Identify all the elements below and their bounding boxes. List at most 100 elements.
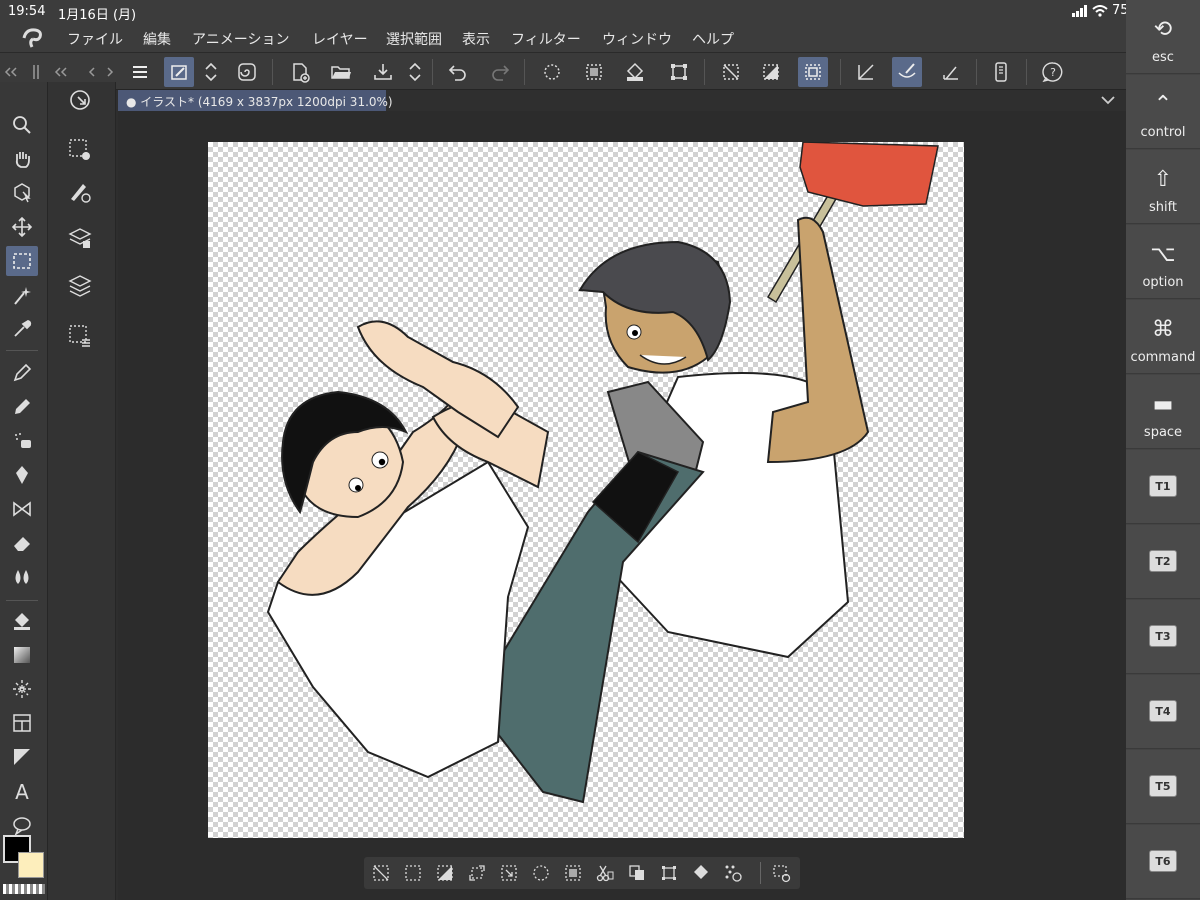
key-command[interactable]: ⌘ command — [1126, 300, 1200, 374]
magic-wand-icon[interactable] — [6, 280, 38, 310]
key-esc[interactable]: ⟲ esc — [1126, 0, 1200, 74]
copy-paste-icon[interactable] — [624, 861, 650, 885]
selection-settings-icon[interactable] — [768, 861, 794, 885]
transform-bb-icon[interactable] — [656, 861, 682, 885]
zoom-icon[interactable] — [6, 110, 38, 140]
ruler-edit-icon[interactable] — [936, 57, 966, 87]
key-t1[interactable]: T1 — [1126, 450, 1200, 524]
menu-animation[interactable]: アニメーション — [192, 29, 289, 49]
brush-icon[interactable] — [892, 57, 922, 87]
clear-selection-icon[interactable] — [368, 861, 394, 885]
menu-filter[interactable]: フィルター — [511, 29, 581, 49]
transparent-color-swatch[interactable] — [3, 884, 45, 894]
key-option[interactable]: ⌥ option — [1126, 225, 1200, 299]
spiral-icon[interactable] — [232, 57, 262, 87]
move-icon[interactable] — [6, 212, 38, 242]
sub-color-swatch[interactable] — [18, 852, 44, 878]
menu-icon[interactable] — [125, 57, 155, 87]
edit-icon[interactable] — [164, 57, 194, 87]
drawing-canvas[interactable] — [208, 141, 964, 838]
tone-icon[interactable] — [720, 861, 746, 885]
text-icon[interactable]: A — [6, 776, 38, 806]
key-shift[interactable]: ⇧ shift — [1126, 150, 1200, 224]
fill-selection-icon[interactable] — [756, 57, 786, 87]
key-t1-label: T1 — [1149, 475, 1177, 497]
selection-rect-icon[interactable] — [400, 861, 426, 885]
selection-layer-icon[interactable] — [62, 318, 98, 354]
menu-layer[interactable]: レイヤー — [312, 29, 368, 49]
deselect-icon[interactable] — [579, 57, 609, 87]
updown-icon[interactable] — [200, 57, 222, 87]
key-command-label: command — [1130, 350, 1196, 365]
clear-icon[interactable] — [716, 57, 746, 87]
ruler-icon[interactable] — [851, 57, 881, 87]
updown-icon[interactable] — [404, 57, 426, 87]
decoration-icon[interactable] — [6, 494, 38, 524]
selection-border-icon[interactable] — [798, 57, 828, 87]
key-t4[interactable]: T4 — [1126, 675, 1200, 749]
save-icon[interactable] — [368, 57, 398, 87]
select-all-bb-icon[interactable] — [528, 861, 554, 885]
layers-icon[interactable] — [62, 268, 98, 304]
key-t5-label: T5 — [1149, 775, 1177, 797]
undo-icon[interactable] — [443, 57, 473, 87]
key-shift-label: shift — [1148, 200, 1178, 215]
new-doc-icon[interactable] — [285, 57, 315, 87]
transform-icon[interactable] — [664, 57, 694, 87]
canvas-tab[interactable]: ● イラスト* (4169 x 3837px 1200dpi 31.0%) — [118, 90, 393, 111]
signal-icon — [1072, 4, 1087, 17]
bucket-icon[interactable] — [6, 606, 38, 636]
open-icon[interactable] — [326, 57, 356, 87]
invert-selection-icon[interactable] — [432, 861, 458, 885]
selection-pen-icon[interactable] — [62, 132, 98, 168]
key-control[interactable]: ⌃ control — [1126, 75, 1200, 149]
help-icon[interactable]: ? — [1038, 57, 1068, 87]
space-icon: ▬ — [1152, 392, 1174, 417]
menu-selection[interactable]: 選択範囲 — [386, 29, 442, 49]
clip-studio-logo-icon[interactable] — [20, 26, 46, 50]
fill-bb-icon[interactable] — [688, 861, 714, 885]
rect-select-icon[interactable] — [6, 246, 38, 276]
hand-icon[interactable] — [6, 144, 38, 174]
brush-settings-icon[interactable] — [62, 174, 98, 210]
pen-icon[interactable] — [6, 358, 38, 388]
gradient-icon[interactable] — [6, 640, 38, 670]
menu-edit[interactable]: 編集 — [143, 29, 171, 49]
cut-paste-icon[interactable] — [592, 861, 618, 885]
tool-panel: A — [0, 82, 48, 900]
key-space-label: space — [1143, 425, 1183, 440]
deselect-bb-icon[interactable] — [560, 861, 586, 885]
key-t5[interactable]: T5 — [1126, 750, 1200, 824]
menu-file[interactable]: ファイル — [67, 29, 123, 49]
key-option-label: option — [1142, 275, 1184, 290]
key-t2[interactable]: T2 — [1126, 525, 1200, 599]
shrink-selection-icon[interactable] — [496, 861, 522, 885]
key-space[interactable]: ▬ space — [1126, 375, 1200, 449]
airbrush-icon[interactable] — [6, 426, 38, 456]
phone-icon[interactable] — [986, 57, 1016, 87]
figure-icon[interactable] — [6, 674, 38, 704]
frame-icon[interactable] — [6, 708, 38, 738]
target-icon[interactable] — [62, 82, 98, 118]
menu-window[interactable]: ウィンドウ — [602, 29, 672, 49]
eraser-icon[interactable] — [6, 528, 38, 558]
menu-view[interactable]: 表示 — [462, 29, 490, 49]
layer-select-icon[interactable] — [62, 220, 98, 256]
pen-nib-icon[interactable] — [6, 460, 38, 490]
expand-selection-icon[interactable] — [464, 861, 490, 885]
key-control-label: control — [1140, 125, 1186, 140]
pencil-icon[interactable] — [6, 392, 38, 422]
status-date: 1月16日 (月) — [58, 8, 137, 23]
redo-icon[interactable] — [485, 57, 515, 87]
ruler-tool-icon[interactable] — [6, 742, 38, 772]
fill-icon[interactable] — [620, 57, 650, 87]
chevron-down-icon[interactable] — [1100, 94, 1116, 106]
blend-icon[interactable] — [6, 562, 38, 592]
eyedropper-icon[interactable] — [6, 314, 38, 344]
control-icon: ⌃ — [1153, 92, 1173, 117]
key-t6[interactable]: T6 — [1126, 825, 1200, 899]
key-t3[interactable]: T3 — [1126, 600, 1200, 674]
menu-help[interactable]: ヘルプ — [692, 29, 734, 49]
object-icon[interactable] — [6, 177, 38, 207]
select-all-icon[interactable] — [537, 57, 567, 87]
